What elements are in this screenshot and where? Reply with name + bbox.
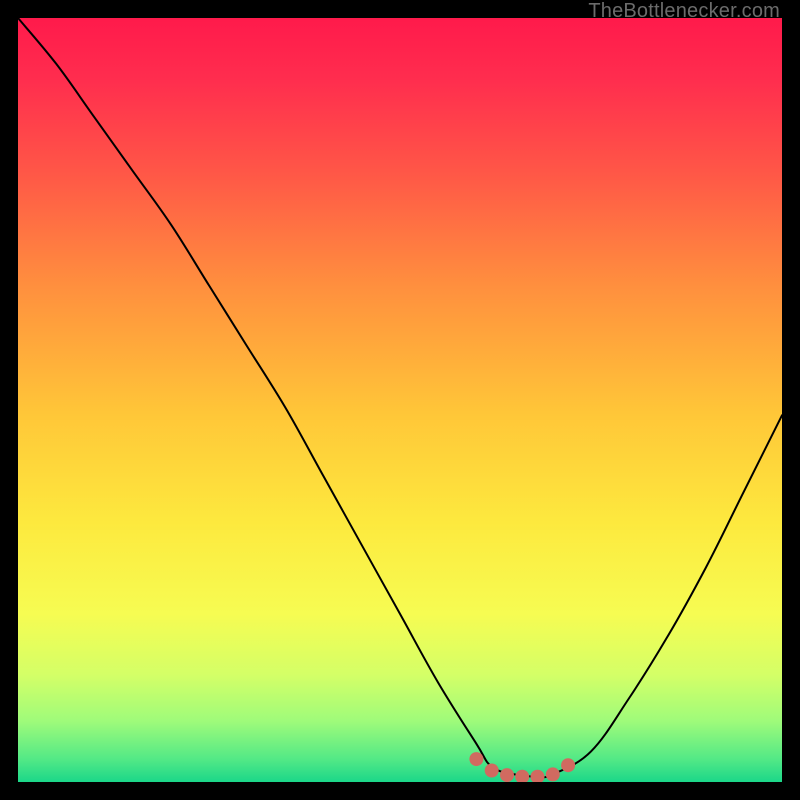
chart-frame: TheBottlenecker.com [0, 0, 800, 800]
plot-area [18, 18, 782, 782]
bottleneck-curve [18, 18, 782, 777]
watermark-text: TheBottlenecker.com [588, 0, 780, 22]
curve-layer [18, 18, 782, 782]
